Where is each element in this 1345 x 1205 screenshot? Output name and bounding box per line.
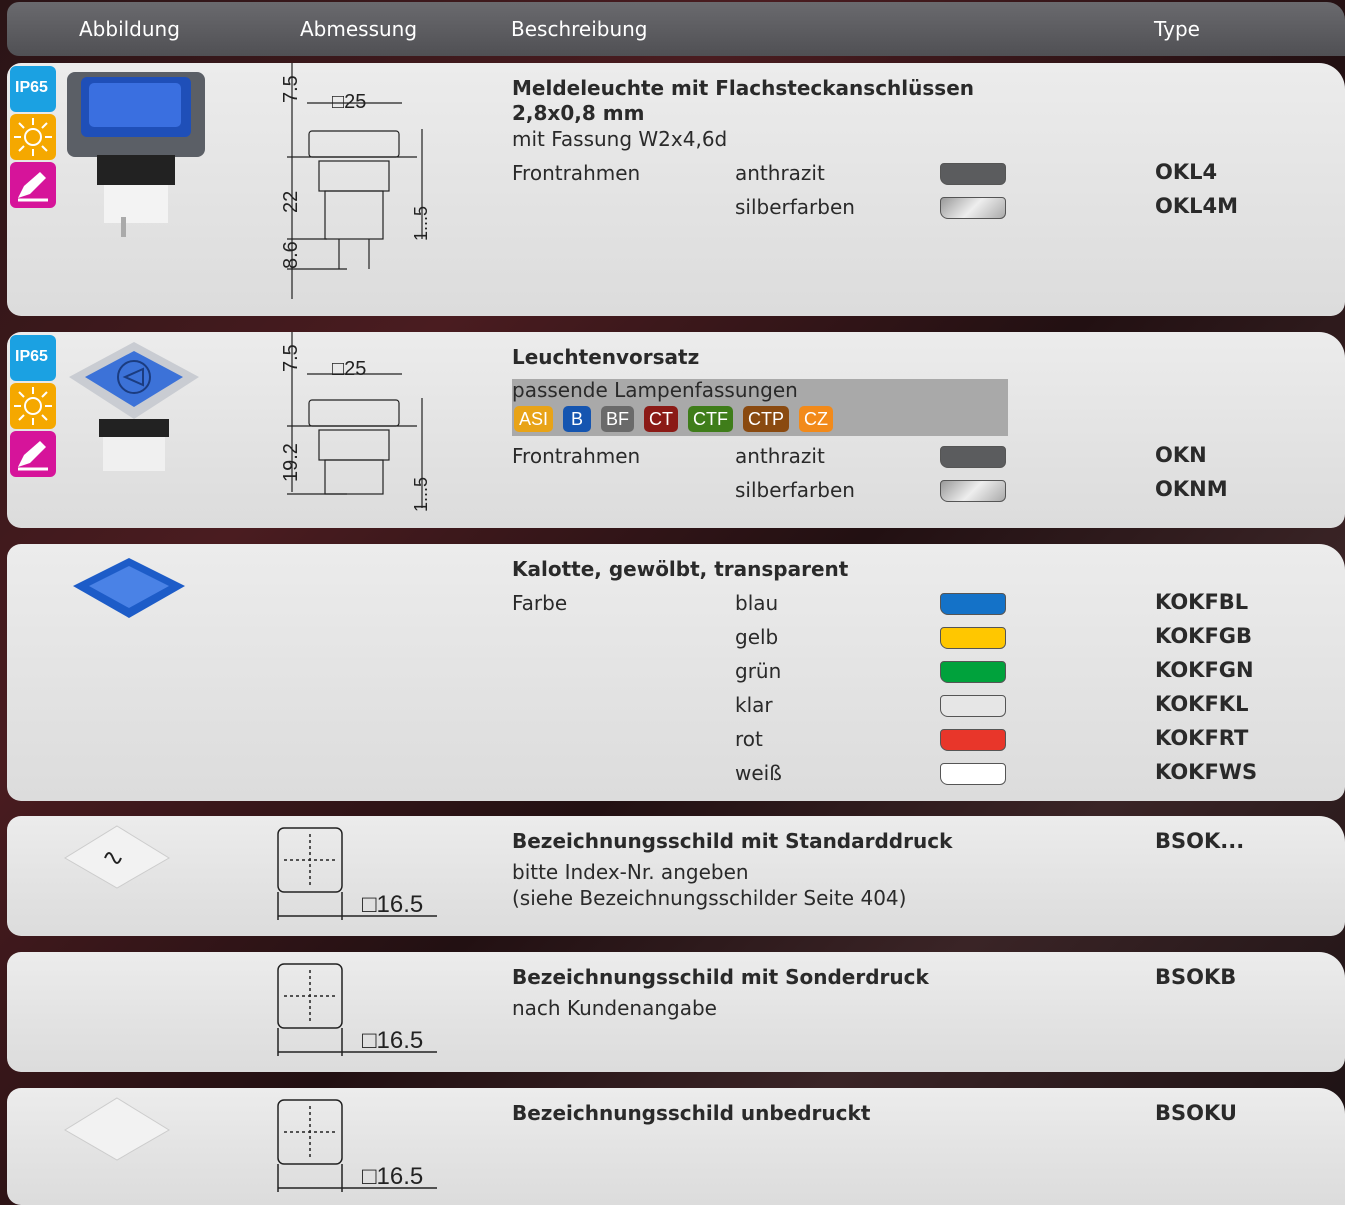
dimension-drawing-label: □16.5: [277, 827, 437, 920]
product-photo-okl4: [59, 67, 209, 242]
socket-tag-cz: CZ: [799, 406, 834, 432]
dim-panel: 1...5: [411, 477, 431, 512]
product-photo-label-blank: [57, 1094, 177, 1164]
ip65-label: IP65: [15, 348, 48, 365]
dim-body: 19.2: [280, 443, 302, 482]
type-kokfgb: KOKFGB: [1155, 624, 1253, 648]
dim-body: 22: [280, 191, 302, 213]
header-dimension: Abmessung: [300, 17, 418, 41]
product-row-okl4: IP65 7.5 □25 22 8.6 1...5 Meldeleuchte m…: [7, 63, 1345, 316]
variant-gelb: gelb: [735, 625, 779, 649]
socket-tag-ctf: CTF: [688, 406, 734, 432]
dimension-drawing-okn: 7.5 □25 19.2 1...5: [280, 332, 431, 512]
row1-title-line2: 2,8x0,8 mm: [512, 101, 645, 125]
type-bsokb: BSOKB: [1155, 965, 1237, 989]
ip65-label: IP65: [15, 79, 48, 96]
ip65-badge: IP65: [10, 66, 56, 112]
dim-label: □16.5: [362, 1027, 423, 1054]
dimension-drawing-label: □16.5: [277, 963, 437, 1056]
dim-pins: 8.6: [280, 241, 302, 269]
table-header: Abbildung Abmessung Beschreibung Type: [7, 2, 1345, 56]
row1-title-line1: Meldeleuchte mit Flachsteckanschlüssen: [512, 76, 974, 100]
row2-title: Leuchtenvorsatz: [512, 345, 700, 369]
variant-blau: blau: [735, 591, 779, 615]
type-kokfws: KOKFWS: [1155, 760, 1258, 784]
row5-title: Bezeichnungsschild mit Sonderdruck: [512, 965, 929, 989]
product-photo-okn: [59, 337, 209, 477]
row3-label: Farbe: [512, 591, 568, 615]
row1-label: Frontrahmen: [512, 161, 641, 185]
swatch-rot: [940, 729, 1006, 751]
product-row-bsok: □16.5 Bezeichnungsschild mit Standarddru…: [7, 816, 1345, 936]
header-description: Beschreibung: [511, 17, 648, 41]
variant-silberfarben: silberfarben: [735, 195, 855, 219]
product-photo-cap: [69, 556, 189, 626]
product-row-bsokb: □16.5 Bezeichnungsschild mit Sonderdruck…: [7, 952, 1345, 1072]
product-row-kokf: Kalotte, gewölbt, transparent Farbe blau…: [7, 544, 1345, 801]
pen-icon: [10, 162, 56, 208]
swatch-weiss: [940, 763, 1006, 785]
header-type: Type: [1154, 17, 1200, 41]
product-row-okn: IP65 7.5 □25 19.2 1...5 Leuchtenvorsatz …: [7, 332, 1345, 528]
product-row-bsoku: □16.5 Bezeichnungsschild unbedruckt BSOK…: [7, 1088, 1345, 1205]
row2-label: Frontrahmen: [512, 444, 641, 468]
swatch-blau: [940, 593, 1006, 615]
swatch-anthrazit: [940, 446, 1006, 468]
type-kokfkl: KOKFKL: [1155, 692, 1249, 716]
dim-panel: 1...5: [411, 206, 431, 241]
type-kokfgn: KOKFGN: [1155, 658, 1254, 682]
swatch-silber: [940, 480, 1006, 502]
dim-width: □25: [332, 358, 366, 380]
type-okn: OKN: [1155, 443, 1207, 467]
header-image: Abbildung: [79, 17, 180, 41]
variant-weiss: weiß: [735, 761, 782, 785]
variant-klar: klar: [735, 693, 773, 717]
dimension-drawing-label: □16.5: [277, 1099, 437, 1192]
row4-title: Bezeichnungsschild mit Standarddruck: [512, 829, 953, 853]
sun-icon: [10, 383, 56, 429]
pen-icon: [10, 431, 56, 477]
socket-tag-ct: CT: [644, 406, 679, 432]
type-oknm: OKNM: [1155, 477, 1228, 501]
row3-title: Kalotte, gewölbt, transparent: [512, 557, 849, 581]
dim-label: □16.5: [362, 1163, 423, 1190]
variant-rot: rot: [735, 727, 763, 751]
swatch-gruen: [940, 661, 1006, 683]
type-bsok: BSOK...: [1155, 829, 1245, 853]
fits-label: passende Lampenfassungen: [512, 378, 798, 402]
swatch-silber: [940, 197, 1006, 219]
type-okl4: OKL4: [1155, 160, 1218, 184]
row1-subtitle: mit Fassung W2x4,6d: [512, 127, 728, 151]
socket-tags: ASI B BF CT CTF CTP CZ: [514, 406, 843, 432]
socket-tag-bf: BF: [601, 406, 635, 432]
dim-width: □25: [332, 91, 366, 113]
ip65-badge: IP65: [10, 335, 56, 381]
sun-icon: [10, 114, 56, 160]
row4-line2: (siehe Bezeichnungsschilder Seite 404): [512, 886, 907, 910]
socket-tag-ctp: CTP: [743, 406, 790, 432]
variant-anthrazit: anthrazit: [735, 444, 825, 468]
fitting-lamp-sockets: passende Lampenfassungen ASI B BF CT CTF CTP C…: [512, 378, 1008, 436]
swatch-anthrazit: [940, 163, 1006, 185]
row6-title: Bezeichnungsschild unbedruckt: [512, 1101, 871, 1125]
swatch-gelb: [940, 627, 1006, 649]
dim-label: □16.5: [362, 891, 423, 918]
variant-gruen: grün: [735, 659, 782, 683]
variant-silberfarben: silberfarben: [735, 478, 855, 502]
dimension-drawing-okl4: 7.5 □25 22 8.6 1...5: [280, 63, 431, 299]
type-okl4m: OKL4M: [1155, 194, 1239, 218]
variant-anthrazit: anthrazit: [735, 161, 825, 185]
socket-tag-b: B: [563, 406, 592, 432]
row5-line1: nach Kundenangabe: [512, 996, 717, 1020]
dim-top: 7.5: [280, 344, 302, 372]
product-photo-label-standard: [57, 822, 177, 892]
swatch-klar: [940, 695, 1006, 717]
socket-tag-asi: ASI: [514, 406, 554, 432]
type-kokfbl: KOKFBL: [1155, 590, 1249, 614]
row4-line1: bitte Index-Nr. angeben: [512, 860, 749, 884]
type-kokfrt: KOKFRT: [1155, 726, 1249, 750]
dim-top: 7.5: [280, 75, 302, 103]
type-bsoku: BSOKU: [1155, 1101, 1237, 1125]
